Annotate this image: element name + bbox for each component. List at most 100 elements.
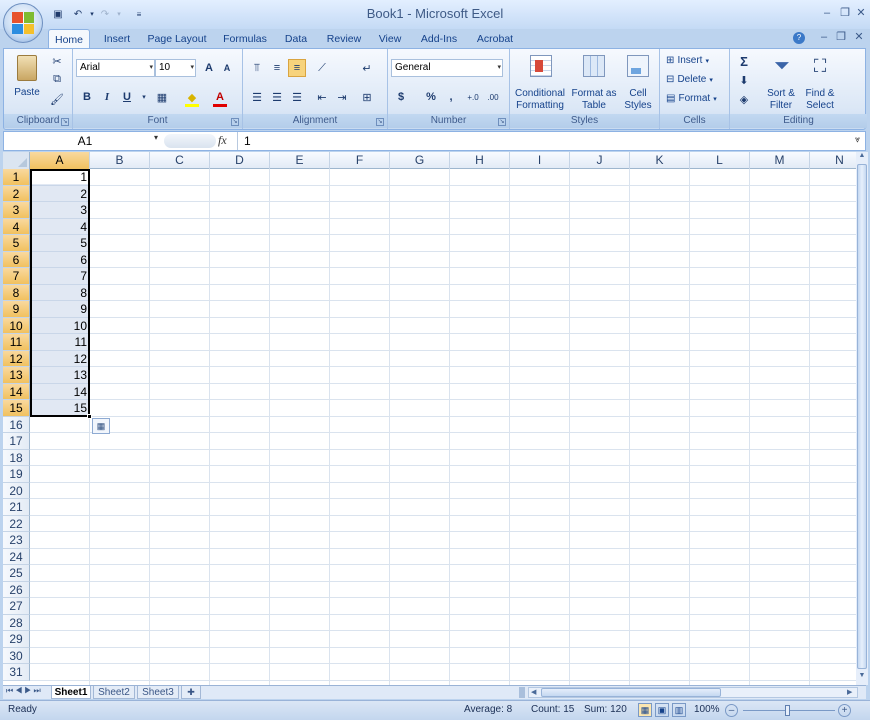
- sheet-tab-3[interactable]: Sheet3: [137, 686, 179, 699]
- copy-icon[interactable]: ⧉: [48, 70, 66, 88]
- zoom-slider-thumb[interactable]: [785, 705, 790, 716]
- row-header-31[interactable]: 31: [3, 664, 30, 681]
- row-header-22[interactable]: 22: [3, 515, 30, 532]
- align-right-icon[interactable]: ☰: [288, 88, 306, 106]
- row-header-25[interactable]: 25: [3, 565, 30, 582]
- column-header-m[interactable]: M: [750, 152, 810, 169]
- insert-function-button[interactable]: fx: [218, 133, 227, 148]
- tab-home[interactable]: Home: [48, 29, 90, 50]
- tab-split-handle[interactable]: [519, 687, 525, 698]
- help-icon[interactable]: ?: [793, 32, 805, 44]
- insert-cells-button[interactable]: ⊞ Insert ▾: [666, 54, 726, 70]
- column-header-d[interactable]: D: [210, 152, 270, 169]
- select-all-button[interactable]: [3, 152, 30, 169]
- align-left-icon[interactable]: ☰: [248, 88, 266, 106]
- column-header-k[interactable]: K: [630, 152, 690, 169]
- sheet-nav-icons[interactable]: ⏮◀▶⏭: [6, 686, 43, 696]
- clear-icon[interactable]: ◈: [735, 90, 753, 108]
- row-header-6[interactable]: 6: [3, 251, 30, 268]
- column-header-h[interactable]: H: [450, 152, 510, 169]
- row-header-30[interactable]: 30: [3, 647, 30, 664]
- underline-button[interactable]: U: [118, 88, 136, 106]
- row-header-19[interactable]: 19: [3, 466, 30, 483]
- merge-center-icon[interactable]: ⊞: [358, 88, 376, 106]
- decrease-decimal-button[interactable]: .00: [484, 88, 502, 106]
- row-header-23[interactable]: 23: [3, 532, 30, 549]
- column-header-f[interactable]: F: [330, 152, 390, 169]
- row-header-12[interactable]: 12: [3, 350, 30, 367]
- row-header-7[interactable]: 7: [3, 268, 30, 285]
- align-center-icon[interactable]: ☰: [268, 88, 286, 106]
- cell-a8[interactable]: 8: [31, 285, 89, 302]
- cell-a2[interactable]: 2: [31, 186, 89, 203]
- column-header-e[interactable]: E: [270, 152, 330, 169]
- row-header-13[interactable]: 13: [3, 367, 30, 384]
- increase-decimal-button[interactable]: +.0: [464, 88, 482, 106]
- horizontal-scrollbar[interactable]: ◀ ▶: [528, 687, 858, 698]
- row-header-2[interactable]: 2: [3, 185, 30, 202]
- bold-button[interactable]: B: [78, 88, 96, 106]
- font-size-combo[interactable]: 10 ▾: [155, 59, 196, 77]
- vertical-scroll-thumb[interactable]: [857, 164, 867, 669]
- row-header-5[interactable]: 5: [3, 235, 30, 252]
- zoom-in-icon[interactable]: +: [838, 704, 851, 717]
- align-bottom-icon[interactable]: ≡: [288, 59, 306, 77]
- cell-a10[interactable]: 10: [31, 318, 89, 335]
- currency-button[interactable]: $: [392, 88, 410, 106]
- align-middle-icon[interactable]: ≡: [268, 59, 286, 77]
- row-header-8[interactable]: 8: [3, 284, 30, 301]
- name-box[interactable]: A1: [7, 133, 163, 150]
- format-as-table-button[interactable]: Format as Table: [570, 53, 618, 113]
- comma-button[interactable]: ,: [442, 88, 460, 106]
- office-button[interactable]: [3, 3, 43, 43]
- cell-a5[interactable]: 5: [31, 235, 89, 252]
- cell-a6[interactable]: 6: [31, 252, 89, 269]
- horizontal-scroll-thumb[interactable]: [541, 688, 721, 697]
- tab-data[interactable]: Data: [280, 29, 312, 49]
- scroll-left-icon[interactable]: ◀: [531, 688, 536, 696]
- workbook-restore-icon[interactable]: ❐: [832, 30, 850, 44]
- font-name-combo[interactable]: Arial ▾: [76, 59, 155, 77]
- decrease-indent-icon[interactable]: ⇤: [313, 88, 331, 106]
- sheet-tab-2[interactable]: Sheet2: [93, 686, 135, 699]
- column-header-n[interactable]: N: [810, 152, 856, 169]
- sheet-tab-1[interactable]: Sheet1: [51, 686, 91, 699]
- conditional-formatting-button[interactable]: Conditional Formatting: [512, 53, 568, 113]
- row-header-18[interactable]: 18: [3, 449, 30, 466]
- tab-page-layout[interactable]: Page Layout: [144, 29, 210, 49]
- cell-a7[interactable]: 7: [31, 268, 89, 285]
- cell-a14[interactable]: 14: [31, 384, 89, 401]
- row-header-3[interactable]: 3: [3, 202, 30, 219]
- delete-cells-button[interactable]: ⊟ Delete ▾: [666, 73, 726, 89]
- row-header-28[interactable]: 28: [3, 614, 30, 631]
- increase-indent-icon[interactable]: ⇥: [333, 88, 351, 106]
- column-header-j[interactable]: J: [570, 152, 630, 169]
- italic-button[interactable]: I: [98, 88, 116, 106]
- auto-fill-options-icon[interactable]: ▦: [92, 418, 110, 434]
- formula-splitter[interactable]: [164, 134, 216, 148]
- redo-dropdown-icon[interactable]: ▾: [112, 7, 126, 21]
- close-icon[interactable]: ✕: [852, 6, 870, 20]
- row-header-4[interactable]: 4: [3, 218, 30, 235]
- minimize-icon[interactable]: –: [818, 6, 836, 20]
- cell-a4[interactable]: 4: [31, 219, 89, 236]
- row-header-10[interactable]: 10: [3, 317, 30, 334]
- wrap-text-icon[interactable]: ↵: [358, 59, 376, 77]
- workbook-close-icon[interactable]: ✕: [850, 30, 868, 44]
- worksheet-grid[interactable]: ABCDEFGHIJKLMN 1 2 3 4 5 6 7 8 9 10 11 12 13 14 15 16 17…: [3, 152, 856, 685]
- clipboard-launcher-icon[interactable]: ↘: [61, 118, 69, 126]
- scroll-up-icon[interactable]: ▲: [857, 152, 867, 162]
- sort-filter-button[interactable]: ⏷ Sort & Filter: [762, 53, 800, 113]
- vertical-scrollbar[interactable]: ▲ ▼: [856, 152, 868, 685]
- zoom-level[interactable]: 100%: [694, 704, 720, 715]
- tab-review[interactable]: Review: [322, 29, 366, 49]
- undo-icon[interactable]: ↶: [71, 7, 85, 21]
- formula-input[interactable]: 1: [244, 133, 251, 150]
- row-header-11[interactable]: 11: [3, 334, 30, 351]
- workbook-minimize-icon[interactable]: –: [815, 30, 833, 44]
- row-header-20[interactable]: 20: [3, 482, 30, 499]
- tab-add-ins[interactable]: Add-Ins: [416, 29, 462, 49]
- fill-icon[interactable]: ⬇: [735, 71, 753, 89]
- paste-button[interactable]: Paste: [12, 53, 42, 101]
- row-header-14[interactable]: 14: [3, 383, 30, 400]
